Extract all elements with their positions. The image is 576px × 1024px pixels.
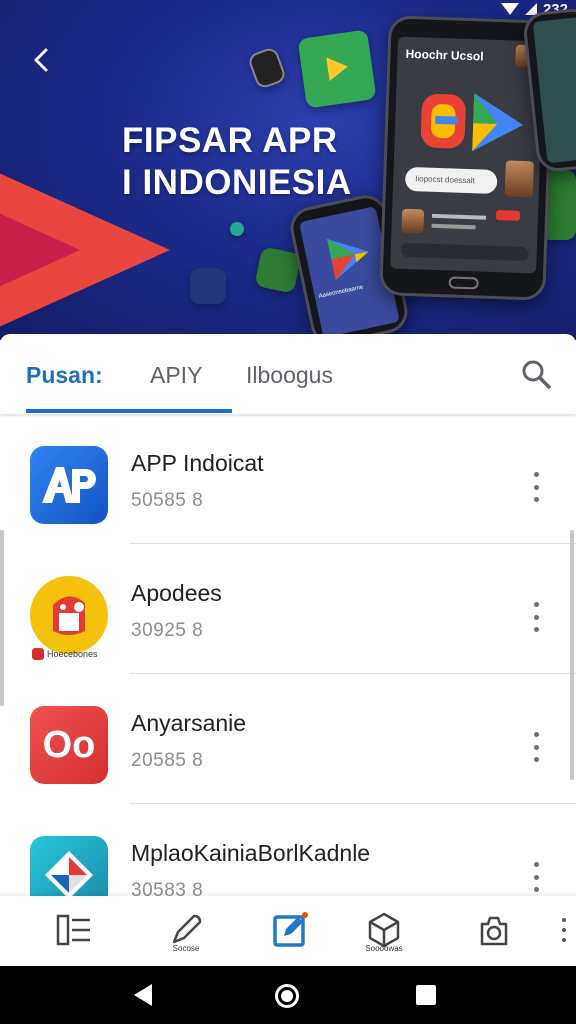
system-home-button[interactable] bbox=[275, 984, 299, 1008]
do-logo-icon: Oo bbox=[30, 706, 108, 784]
list-item[interactable]: Oo Anyarsanie 20585 8 bbox=[0, 674, 576, 804]
ap-logo-icon bbox=[30, 446, 108, 524]
nav-item-list[interactable] bbox=[52, 910, 96, 954]
tab-bar: Pusan: APIY Ilboogus bbox=[0, 334, 576, 414]
badge-icon bbox=[32, 648, 44, 660]
more-options-button[interactable] bbox=[530, 862, 542, 892]
floating-dark-tile bbox=[190, 268, 226, 304]
nav-item-pen[interactable]: Socose bbox=[164, 910, 208, 954]
hero-banner: 232 Aaseonsebaarne Hoochr Ucsol Iiopocst… bbox=[0, 0, 576, 340]
list-item[interactable]: MplaoKainiaBorlKadnle 30583 8 bbox=[0, 804, 576, 896]
back-button[interactable] bbox=[26, 44, 58, 76]
hero-title-line-2: I INDONIESIA bbox=[122, 163, 352, 202]
app-icon-text: Oo bbox=[42, 723, 96, 766]
floating-play-tile bbox=[297, 29, 377, 109]
list-item[interactable]: Hoecebones Apodees 30925 8 bbox=[0, 544, 576, 674]
red-mascot-icon bbox=[30, 576, 108, 654]
avatar bbox=[401, 208, 425, 234]
decor-triangle-inner bbox=[0, 200, 80, 300]
tab-apiy[interactable]: APIY bbox=[150, 362, 202, 389]
app-meta: 30925 8 bbox=[131, 620, 204, 641]
list-icon bbox=[56, 914, 90, 946]
floating-dot-tile bbox=[230, 222, 244, 236]
floating-phone-tile bbox=[246, 45, 288, 91]
phone-search-pill: Iiopocst doessalt bbox=[404, 166, 498, 195]
app-name: Apodees bbox=[131, 580, 222, 606]
map-star-icon bbox=[30, 836, 108, 896]
more-options-button[interactable] bbox=[530, 732, 542, 762]
avatar bbox=[504, 160, 534, 198]
scrollbar[interactable] bbox=[570, 530, 574, 780]
app-badge: Hoecebones bbox=[32, 648, 98, 660]
nav-label: Soooowas bbox=[365, 944, 403, 953]
badge-label: Hoecebones bbox=[47, 649, 98, 659]
scroll-indicator-left bbox=[0, 530, 4, 706]
app-name: APP Indoicat bbox=[131, 450, 264, 476]
list-item[interactable]: APP Indoicat 50585 8 bbox=[0, 414, 576, 544]
app-meta: 20585 8 bbox=[131, 750, 204, 771]
camera-home-icon bbox=[480, 916, 508, 946]
wifi-icon bbox=[500, 3, 519, 15]
tab-ilboogus[interactable]: Ilboogus bbox=[246, 362, 333, 389]
nav-item-edit[interactable] bbox=[268, 910, 312, 954]
system-navigation-bar bbox=[0, 966, 576, 1024]
app-meta: 50585 8 bbox=[131, 490, 204, 511]
nav-item-cube[interactable]: Soooowas bbox=[362, 910, 406, 954]
search-button[interactable] bbox=[520, 358, 552, 390]
chevron-left-icon bbox=[34, 48, 48, 72]
edit-box-icon bbox=[273, 912, 308, 947]
search-icon bbox=[522, 360, 551, 389]
more-options-button[interactable] bbox=[530, 472, 542, 502]
play-logo-icon bbox=[327, 238, 369, 280]
tab-pusan[interactable]: Pusan: bbox=[26, 362, 103, 389]
bottom-navigation: Socose Soooowas bbox=[0, 896, 576, 966]
hero-title: FIPSAR APR I INDONIESIA bbox=[122, 120, 352, 204]
more-options-button[interactable] bbox=[530, 602, 542, 632]
small-phone-caption: Aaseonsebaarne bbox=[318, 284, 364, 300]
phone-red-button bbox=[495, 210, 521, 221]
hero-title-line-1: FIPSAR APR bbox=[122, 121, 338, 160]
system-back-button[interactable] bbox=[134, 984, 152, 1006]
active-tab-indicator bbox=[26, 409, 232, 413]
nav-overflow-button[interactable] bbox=[560, 918, 568, 942]
phone-header: Hoochr Ucsol bbox=[405, 46, 484, 64]
colorful-g-logo-icon bbox=[420, 93, 524, 152]
app-name: Anyarsanie bbox=[131, 710, 247, 736]
app-name: MplaoKainiaBorlKadnle bbox=[131, 840, 371, 866]
app-list: APP Indoicat 50585 8 Hoecebones Apodees … bbox=[0, 414, 576, 896]
app-meta: 30583 8 bbox=[131, 880, 204, 896]
system-recents-button[interactable] bbox=[416, 985, 436, 1005]
nav-item-home[interactable] bbox=[472, 910, 516, 954]
nav-label: Socose bbox=[172, 944, 200, 953]
